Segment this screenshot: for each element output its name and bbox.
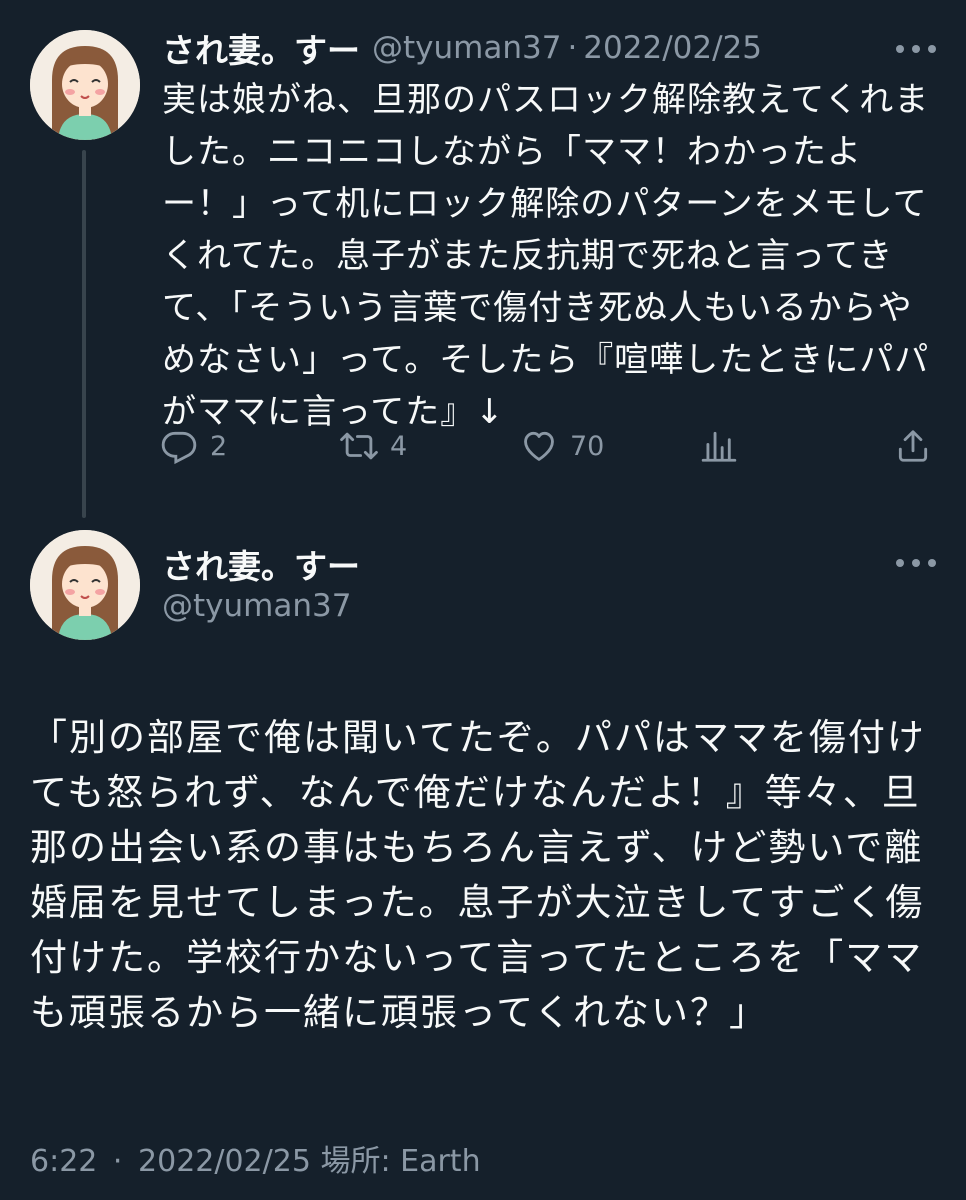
handle[interactable]: @tyuman37: [162, 588, 351, 624]
more-options-icon[interactable]: [896, 557, 936, 569]
avatar[interactable]: [30, 30, 140, 140]
retweet-icon: [340, 432, 378, 460]
reply-icon: [161, 431, 197, 465]
tweet-header: され妻。すー @tyuman37 · 2022/02/25: [162, 26, 762, 70]
retweet-count: 4: [390, 430, 408, 462]
retweet-button[interactable]: 4: [340, 420, 407, 472]
handle[interactable]: @tyuman37: [372, 30, 561, 66]
share-icon: [898, 430, 928, 462]
like-count: 70: [570, 430, 605, 462]
tweet-date[interactable]: 2022/02/25: [583, 30, 762, 66]
separator: ·: [112, 1144, 123, 1179]
like-icon: [524, 431, 554, 461]
display-name[interactable]: され妻。すー: [162, 540, 360, 588]
avatar-illustration-icon: [30, 530, 140, 640]
display-name[interactable]: され妻。すー: [162, 24, 360, 72]
analytics-icon: [701, 431, 737, 462]
avatar[interactable]: [30, 530, 140, 640]
share-button[interactable]: [894, 420, 932, 472]
avatar-illustration-icon: [30, 30, 140, 140]
tweet-text: 実は娘がね、旦那のパスロック解除教えてくれま した。ニコニコしながら「ママ！わか…: [162, 80, 930, 432]
tweet-text: 「別の部屋で俺は聞いてたぞ。パパはママを傷付け ても怒られず、なんで俺だけなんだ…: [30, 716, 926, 1034]
thread-line: [82, 150, 86, 518]
tweet-date[interactable]: 2022/02/25: [138, 1144, 311, 1179]
tweet-actions: 2 4 70: [160, 420, 940, 472]
like-button[interactable]: 70: [520, 420, 604, 472]
tweet-footer: 6:22 · 2022/02/25 場所: Earth: [30, 1136, 481, 1180]
tweet-location: 場所: Earth: [320, 1144, 481, 1179]
separator: ·: [567, 30, 578, 66]
reply-count: 2: [210, 430, 228, 462]
more-options-icon[interactable]: [896, 43, 936, 55]
analytics-button[interactable]: [700, 420, 738, 472]
tweet-time[interactable]: 6:22: [30, 1144, 97, 1179]
reply-button[interactable]: 2: [160, 420, 227, 472]
